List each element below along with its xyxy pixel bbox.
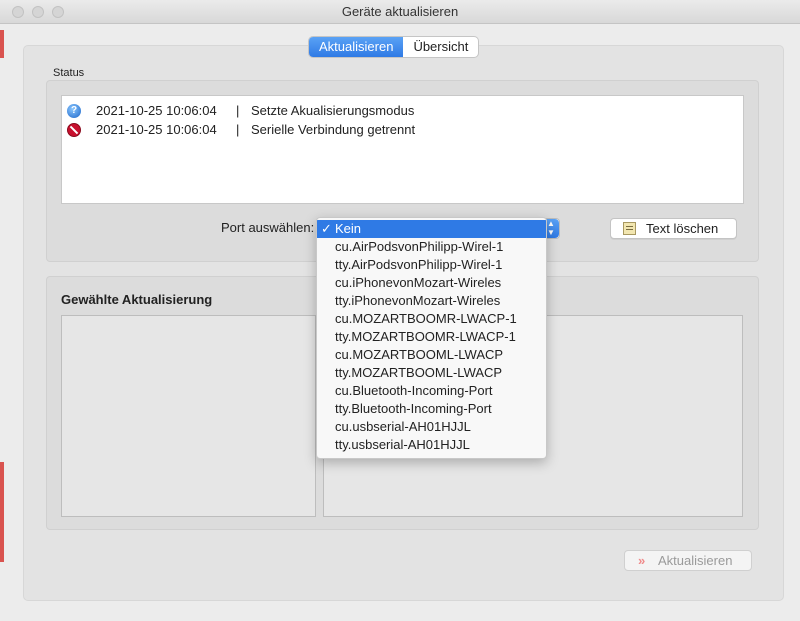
port-option[interactable]: ✓ Kein <box>317 220 546 238</box>
update-list-pane[interactable] <box>61 315 316 517</box>
port-option-label: tty.iPhonevonMozart-Wireles <box>335 293 501 308</box>
zoom-window-button[interactable] <box>52 6 64 18</box>
log-message: Serielle Verbindung getrennt <box>251 122 416 137</box>
background-window-edge <box>0 30 4 58</box>
aktualisieren-button[interactable]: » Aktualisieren <box>624 550 752 571</box>
minimize-window-button[interactable] <box>32 6 44 18</box>
status-log[interactable]: ? 2021-10-25 10:06:04 | Setzte Akualisie… <box>61 95 744 204</box>
port-option[interactable]: cu.iPhonevonMozart-Wireles <box>317 274 546 292</box>
port-option-label: cu.usbserial-AH01HJJL <box>335 419 471 434</box>
port-option-label: cu.AirPodsvonPhilipp-Wirel-1 <box>335 239 504 254</box>
port-option-label: cu.MOZARTBOOML-LWACP <box>335 347 504 362</box>
port-option-label: tty.MOZARTBOOMR-LWACP-1 <box>335 329 516 344</box>
port-option-label: cu.MOZARTBOOMR-LWACP-1 <box>335 311 517 326</box>
port-option[interactable]: tty.Bluetooth-Incoming-Port <box>317 400 546 418</box>
port-option[interactable]: tty.AirPodsvonPhilipp-Wirel-1 <box>317 256 546 274</box>
port-option-label: cu.Bluetooth-Incoming-Port <box>335 383 493 398</box>
checkmark-icon: ✓ <box>321 221 332 236</box>
port-option[interactable]: cu.usbserial-AH01HJJL <box>317 418 546 436</box>
port-option-label: Kein <box>335 221 362 236</box>
tab-aktualisieren[interactable]: Aktualisieren <box>309 37 404 57</box>
log-separator: | <box>236 103 240 118</box>
log-timestamp: 2021-10-25 10:06:04 <box>96 103 217 118</box>
port-option[interactable]: tty.MOZARTBOOML-LWACP <box>317 364 546 382</box>
update-section-title: Gewählte Aktualisierung <box>61 292 213 307</box>
clear-text-button[interactable]: Text löschen <box>610 218 737 239</box>
port-option[interactable]: cu.MOZARTBOOMR-LWACP-1 <box>317 310 546 328</box>
tab-bar: Aktualisieren Übersicht <box>309 37 479 57</box>
notepad-icon <box>623 222 636 235</box>
tab-uebersicht[interactable]: Übersicht <box>403 37 478 57</box>
close-window-button[interactable] <box>12 6 24 18</box>
title-bar: Geräte aktualisieren <box>0 0 800 24</box>
port-option-label: tty.MOZARTBOOML-LWACP <box>335 365 503 380</box>
question-icon: ? <box>67 104 81 118</box>
aktualisieren-button-label: Aktualisieren <box>658 553 733 568</box>
port-option-label: tty.Bluetooth-Incoming-Port <box>335 401 492 416</box>
port-option[interactable]: cu.Bluetooth-Incoming-Port <box>317 382 546 400</box>
main-window: Geräte aktualisieren Aktualisieren Übers… <box>0 0 800 621</box>
port-dropdown-menu: ✓ Kein cu.AirPodsvonPhilipp-Wirel-1 tty.… <box>316 217 547 459</box>
port-option-label: tty.AirPodsvonPhilipp-Wirel-1 <box>335 257 503 272</box>
log-timestamp: 2021-10-25 10:06:04 <box>96 122 217 137</box>
window-title: Geräte aktualisieren <box>341 4 459 19</box>
clear-text-label: Text löschen <box>646 221 719 236</box>
port-option[interactable]: tty.MOZARTBOOMR-LWACP-1 <box>317 328 546 346</box>
port-option[interactable]: cu.MOZARTBOOML-LWACP <box>317 346 546 364</box>
port-option-label: tty.usbserial-AH01HJJL <box>335 437 470 452</box>
chevrons-right-icon: » <box>638 553 646 568</box>
port-label: Port auswählen: <box>221 220 315 235</box>
port-option[interactable]: tty.usbserial-AH01HJJL <box>317 436 546 454</box>
status-label: Status <box>53 67 85 79</box>
port-option[interactable]: cu.AirPodsvonPhilipp-Wirel-1 <box>317 238 546 256</box>
port-option-label: cu.iPhonevonMozart-Wireles <box>335 275 502 290</box>
log-separator: | <box>236 122 240 137</box>
stop-icon <box>67 123 81 137</box>
log-message: Setzte Akualisierungsmodus <box>251 103 415 118</box>
port-option[interactable]: tty.iPhonevonMozart-Wireles <box>317 292 546 310</box>
background-window-edge <box>0 462 4 562</box>
